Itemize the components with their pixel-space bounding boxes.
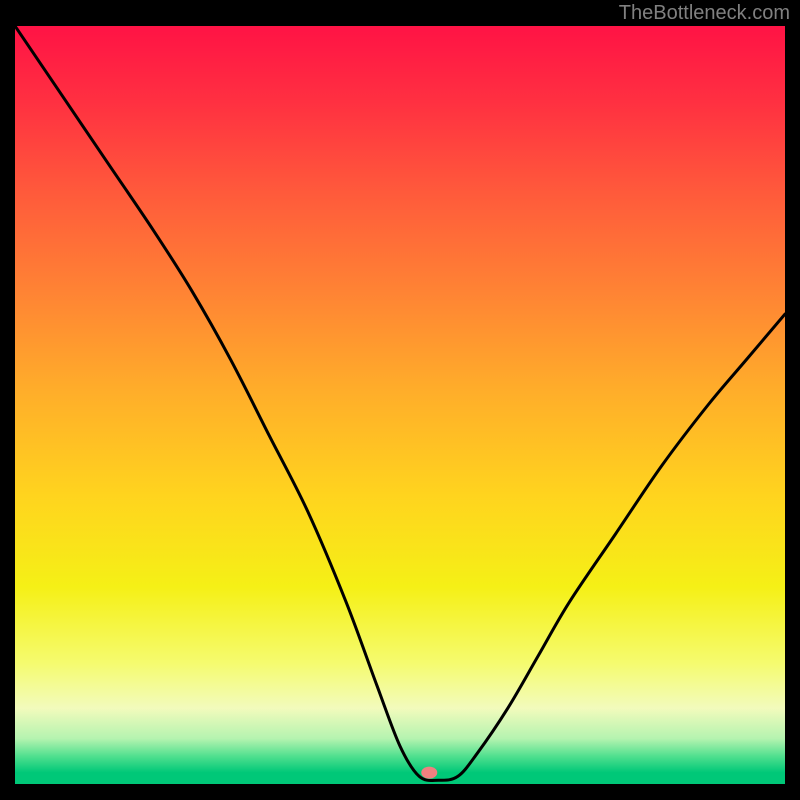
gradient-background xyxy=(15,26,785,784)
chart-container: TheBottleneck.com xyxy=(0,0,800,800)
marker-dot xyxy=(421,767,437,779)
chart-svg xyxy=(15,26,785,784)
watermark-label: TheBottleneck.com xyxy=(619,2,790,25)
plot-area xyxy=(15,26,785,784)
